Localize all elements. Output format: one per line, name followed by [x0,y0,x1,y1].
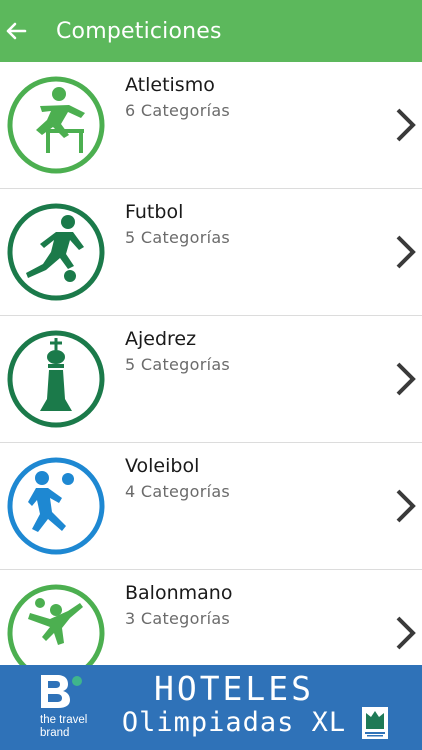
banner-title: HOTELES [153,669,315,708]
arrow-left-icon [6,22,27,40]
partner-logo-icon [362,707,388,739]
competition-name: Ajedrez [125,328,197,350]
category-count: 6 Categorías [125,101,231,120]
list-item[interactable]: Futbol 5 Categorías [0,189,422,316]
category-count: 5 Categorías [125,355,231,374]
chess-king-icon [7,330,105,428]
brand-logo-icon [41,675,82,708]
chevron-right-icon [396,108,416,142]
list-item[interactable]: Ajedrez 5 Categorías [0,316,422,443]
chevron-right-icon [396,362,416,396]
category-count: 3 Categorías [125,609,231,628]
category-count: 5 Categorías [125,228,231,247]
page-title: Competiciones [56,18,222,44]
ad-banner[interactable]: the travel brand HOTELES Olimpiadas XL [0,665,422,750]
football-player-icon [7,203,105,301]
banner-subtitle: Olimpiadas XL [121,707,347,738]
category-count: 4 Categorías [125,482,231,501]
chevron-right-icon [396,616,416,650]
chevron-right-icon [396,489,416,523]
competition-name: Voleibol [125,455,200,477]
hurdles-icon [7,76,105,174]
competition-name: Atletismo [125,74,215,96]
brand-tagline: the travel brand [40,714,88,739]
competition-name: Balonmano [125,582,233,604]
list-item[interactable]: Atletismo 6 Categorías [0,62,422,189]
competition-name: Futbol [125,201,184,223]
chevron-right-icon [396,235,416,269]
list-item[interactable]: Voleibol 4 Categorías [0,443,422,570]
volleyball-player-icon [7,457,105,555]
app-bar: Competiciones [0,0,422,62]
competition-list: Atletismo 6 Categorías Futbol 5 Categorí… [0,62,422,697]
back-button[interactable] [2,17,30,45]
